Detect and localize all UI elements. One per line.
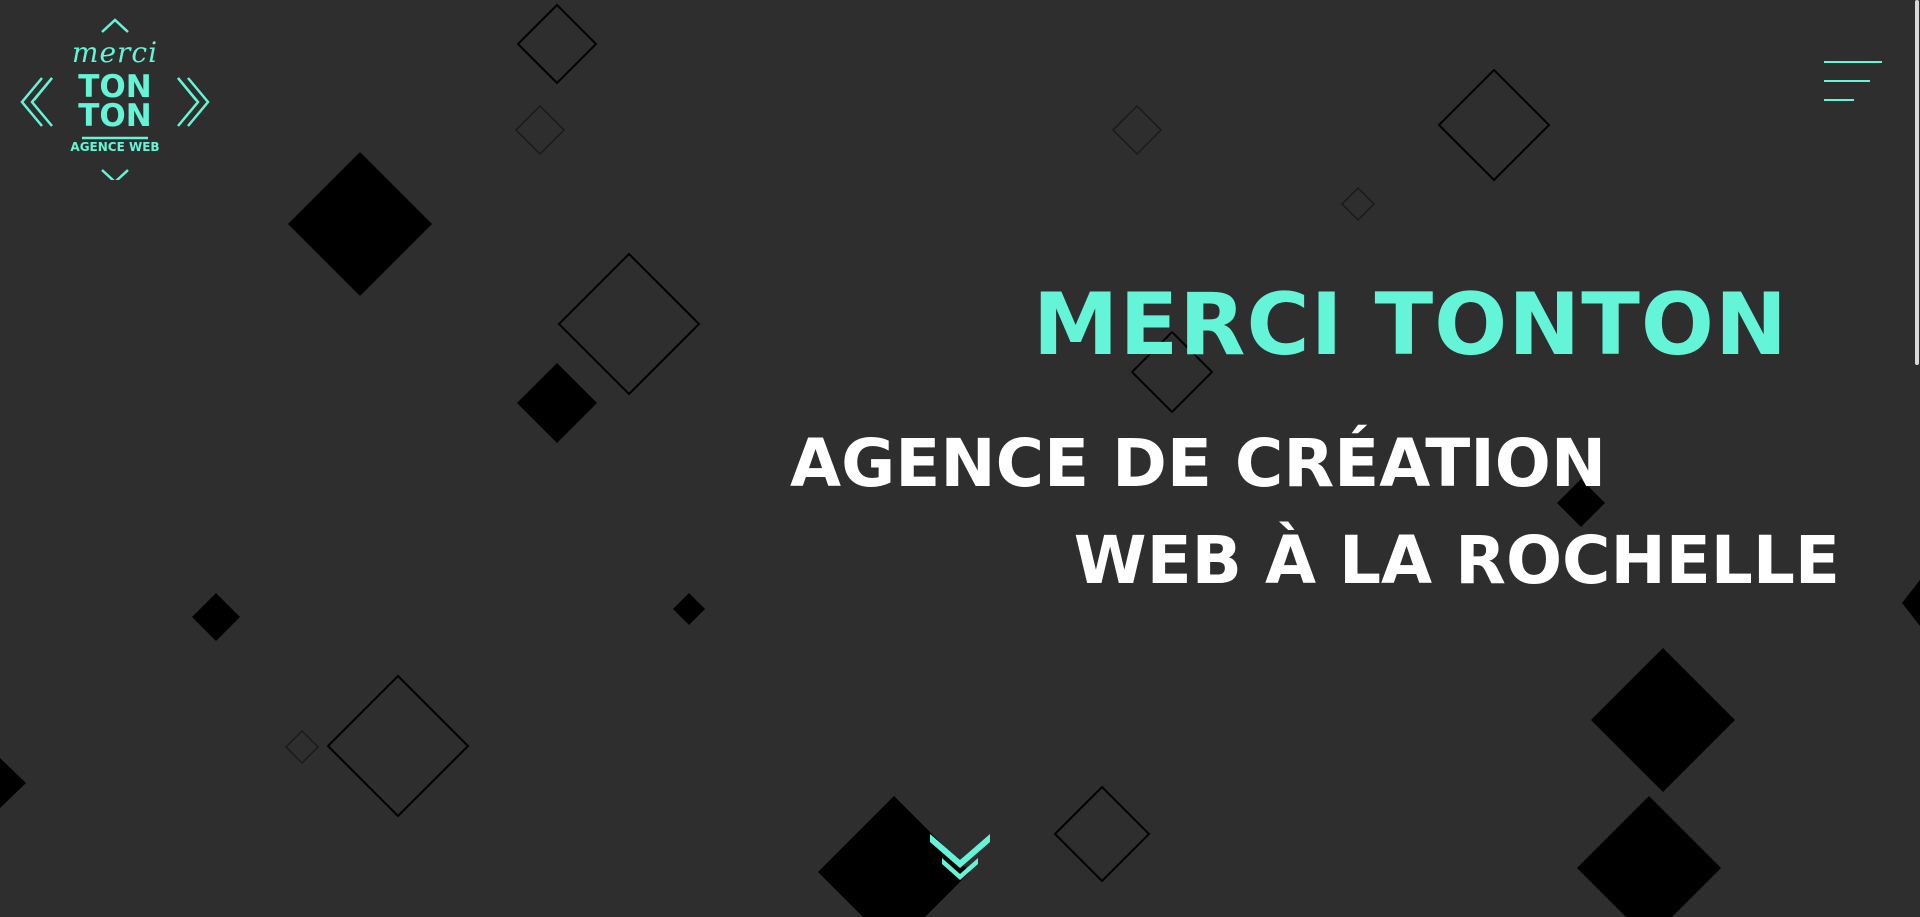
- filled-diamond: [1577, 796, 1721, 917]
- outline-diamond: [557, 252, 701, 396]
- hero-title: MERCI TONTON: [1032, 275, 1788, 375]
- outline-diamond: [516, 3, 598, 85]
- scroll-down-button[interactable]: [928, 830, 992, 886]
- logo-tagline: AGENCE WEB: [70, 140, 160, 154]
- filled-diamond: [0, 758, 26, 808]
- filled-diamond: [1591, 648, 1735, 792]
- hero-section: merci TON TON AGENCE WEB MERCI TONTON AG…: [0, 0, 1920, 917]
- logo-word-ton-2: TON: [78, 98, 152, 134]
- hamburger-menu-icon[interactable]: [1820, 58, 1882, 104]
- menu-line: [1824, 61, 1882, 63]
- outline-diamond: [284, 729, 320, 765]
- filled-diamond: [517, 363, 597, 443]
- outline-diamond: [1437, 68, 1551, 182]
- hero-subtitle-line-2: WEB À LA ROCHELLE: [1073, 522, 1840, 599]
- page-scrollbar[interactable]: [1915, 0, 1919, 365]
- hero-subtitle-line-1: AGENCE DE CRÉATION: [790, 425, 1607, 502]
- logo-script-word: merci: [71, 36, 159, 69]
- outline-diamond: [514, 104, 566, 156]
- menu-line: [1824, 99, 1854, 101]
- outline-diamond: [1111, 104, 1163, 156]
- double-chevron-down-icon: [930, 834, 990, 880]
- filled-diamond: [192, 593, 240, 641]
- outline-diamond: [1340, 186, 1376, 222]
- outline-diamond: [1053, 785, 1151, 883]
- filled-diamond: [288, 152, 432, 296]
- filled-diamond: [673, 593, 705, 625]
- outline-diamond: [326, 674, 470, 818]
- brand-logo[interactable]: merci TON TON AGENCE WEB: [20, 18, 210, 180]
- filled-diamond: [1902, 580, 1920, 626]
- menu-line: [1824, 80, 1870, 82]
